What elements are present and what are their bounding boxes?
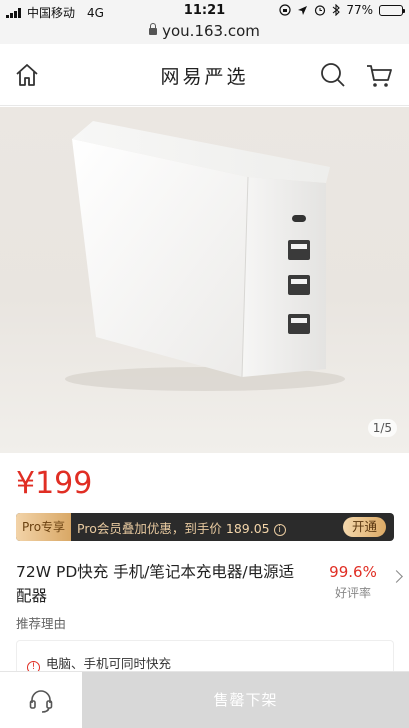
product-price: ¥199 bbox=[16, 466, 93, 501]
customer-service-button[interactable] bbox=[0, 672, 82, 728]
rating-percent: 99.6% bbox=[329, 563, 377, 581]
chevron-right-icon[interactable] bbox=[390, 570, 403, 583]
recommendation-text: 电脑、手机可同时快充 bbox=[46, 656, 172, 671]
open-pro-button[interactable]: 开通 bbox=[342, 517, 386, 537]
bluetooth-icon bbox=[332, 4, 341, 16]
product-image bbox=[65, 121, 345, 391]
headset-icon bbox=[29, 689, 53, 713]
search-icon[interactable] bbox=[318, 60, 348, 90]
battery-icon bbox=[379, 4, 405, 16]
pro-member-banner[interactable]: Pro专享 Pro会员叠加优惠，到手价 189.05 i 开通 bbox=[16, 513, 394, 541]
pro-final-price: 189.05 bbox=[225, 520, 270, 536]
pro-tag: Pro专享 bbox=[16, 513, 72, 541]
info-icon[interactable]: i bbox=[273, 523, 286, 536]
url-text: you.163.com bbox=[162, 22, 260, 40]
pro-discount-text: Pro会员叠加优惠，到手价 189.05 i bbox=[77, 518, 286, 537]
rating-label: 好评率 bbox=[334, 586, 371, 600]
recommendation-title: 推荐理由 bbox=[16, 616, 67, 631]
gallery-pager: 1/5 bbox=[367, 419, 397, 437]
product-gallery[interactable]: 1/5 bbox=[0, 107, 409, 453]
sold-out-button: 售罄下架 bbox=[82, 672, 409, 728]
battery-percent: 77% bbox=[346, 3, 373, 17]
rating-summary[interactable]: 99.6% 好评率 bbox=[322, 560, 384, 602]
rotation-lock-icon bbox=[279, 4, 291, 16]
lock-icon bbox=[149, 23, 158, 35]
cart-icon[interactable] bbox=[364, 60, 394, 90]
url-bar[interactable]: you.163.com bbox=[0, 22, 409, 44]
site-header: 网易严选 bbox=[0, 44, 409, 106]
location-icon bbox=[298, 5, 308, 15]
status-bar: 中国移动 4G 11:21 77% bbox=[0, 0, 409, 22]
alarm-icon bbox=[315, 5, 326, 16]
bottom-action-bar: 售罄下架 bbox=[0, 671, 409, 728]
product-name: 72W PD快充 手机/笔记本充电器/电源适配器 bbox=[16, 563, 295, 605]
